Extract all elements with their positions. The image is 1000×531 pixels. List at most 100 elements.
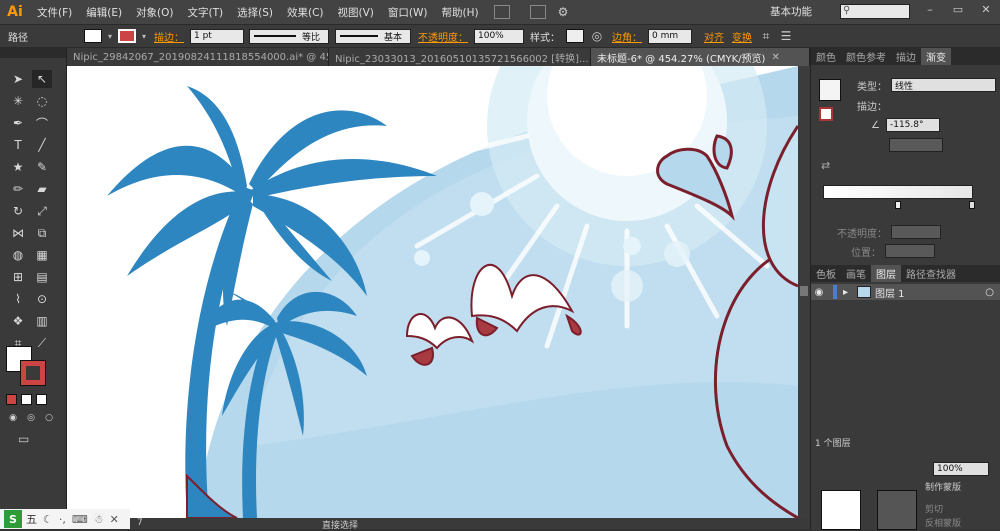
panel-menu-icon[interactable]: ☰: [776, 29, 796, 43]
graph-tool-icon[interactable]: ▥: [32, 312, 52, 330]
symbol-sprayer-icon[interactable]: ❖: [8, 312, 28, 330]
stroke-weight-field[interactable]: 1 pt: [190, 28, 244, 44]
bridge-icon[interactable]: [493, 5, 510, 19]
minimize-icon[interactable]: –: [920, 3, 940, 19]
stop-position-field[interactable]: [885, 244, 935, 258]
line-tool-icon[interactable]: ╱: [32, 136, 52, 154]
keyboard-icon[interactable]: ⌨: [72, 513, 88, 526]
gradient-stop[interactable]: [895, 201, 901, 209]
chevron-down-icon[interactable]: ▾: [104, 29, 116, 43]
layer-row[interactable]: ◉ ▸ 图层 1 ○: [811, 284, 1000, 300]
transparency-opacity-field[interactable]: 100%: [933, 462, 989, 476]
mesh-tool-icon[interactable]: ⊞: [8, 268, 28, 286]
lasso-icon[interactable]: ◌: [32, 92, 52, 110]
recolor-icon[interactable]: ◎: [586, 29, 608, 43]
invert-mask-checkbox[interactable]: 反相蒙版: [925, 516, 961, 529]
arrange-documents-icon[interactable]: [529, 5, 546, 19]
menu-view[interactable]: 视图(V): [331, 0, 381, 24]
pen-tool-icon[interactable]: ✒: [8, 114, 28, 132]
moon-icon[interactable]: ☾: [43, 513, 53, 526]
paintbrush-icon[interactable]: ✎: [32, 158, 52, 176]
none-mode-icon[interactable]: [36, 394, 47, 405]
search-input[interactable]: ⚲: [840, 4, 910, 19]
slice-tool-icon[interactable]: ⟋: [32, 334, 52, 352]
color-mode-icon[interactable]: [6, 394, 17, 405]
visibility-eye-icon[interactable]: ◉: [811, 287, 827, 298]
magic-wand-icon[interactable]: ✳: [8, 92, 28, 110]
angle-field[interactable]: -115.8°: [885, 118, 940, 132]
stroke-label[interactable]: 描边：: [154, 29, 184, 44]
gradient-stroke-preview[interactable]: [819, 107, 833, 121]
tab-color-guide[interactable]: 颜色参考: [841, 48, 891, 65]
tab-document-1[interactable]: Nipic_29842067_20190824111818554000.ai* …: [67, 48, 329, 66]
scroll-thumb[interactable]: [800, 286, 808, 296]
corner-label[interactable]: 边角：: [612, 29, 642, 44]
stop-opacity-field[interactable]: [891, 225, 941, 239]
close-icon[interactable]: ✕: [771, 52, 779, 63]
make-mask-button[interactable]: 制作蒙版: [925, 480, 961, 493]
artboard-canvas[interactable]: [67, 66, 798, 518]
skin-icon[interactable]: ☃: [94, 513, 104, 526]
graphic-style-swatch[interactable]: [566, 29, 584, 43]
gradient-type-select[interactable]: 线性: [891, 78, 996, 92]
restore-icon[interactable]: ▭: [948, 3, 968, 19]
wrench-icon[interactable]: ✕: [110, 513, 119, 526]
layer-name[interactable]: 图层 1: [875, 285, 905, 300]
gradient-preview[interactable]: [819, 79, 841, 101]
direct-selection-tool-icon[interactable]: ↖: [32, 70, 52, 88]
stroke-swatch[interactable]: [118, 29, 136, 43]
corner-field[interactable]: 0 mm: [648, 28, 692, 44]
tab-layers[interactable]: 图层: [871, 265, 901, 282]
gradient-stop[interactable]: [969, 201, 975, 209]
menu-select[interactable]: 选择(S): [230, 0, 280, 24]
menu-file[interactable]: 文件(F): [30, 0, 79, 24]
scale-tool-icon[interactable]: ⤢: [32, 202, 52, 220]
menu-object[interactable]: 对象(O): [129, 0, 180, 24]
gradient-slider[interactable]: [823, 185, 973, 199]
sync-icon[interactable]: ⚙: [558, 5, 569, 19]
shape-tool-icon[interactable]: ★: [8, 158, 28, 176]
gradient-tool-icon[interactable]: ▤: [32, 268, 52, 286]
tab-stroke[interactable]: 描边: [891, 48, 921, 65]
tab-swatches[interactable]: 色板: [811, 265, 841, 282]
close-icon[interactable]: ✕: [976, 3, 996, 19]
blend-tool-icon[interactable]: ⊙: [32, 290, 52, 308]
align-link[interactable]: 对齐: [704, 29, 724, 44]
opacity-field[interactable]: 100%: [474, 28, 524, 44]
pencil-icon[interactable]: ✏: [8, 180, 28, 198]
stroke-color-swatch[interactable]: [20, 360, 46, 386]
zoom-field[interactable]: 7: [137, 518, 143, 528]
chevron-down-icon[interactable]: ▾: [138, 29, 150, 43]
eraser-icon[interactable]: ▰: [32, 180, 52, 198]
free-transform-icon[interactable]: ⧉: [32, 224, 52, 242]
fill-swatch[interactable]: [84, 29, 102, 43]
tab-pathfinder[interactable]: 路径查找器: [901, 265, 961, 282]
tab-color[interactable]: 颜色: [811, 48, 841, 65]
tab-document-2[interactable]: Nipic_23033013_20160510135721566002 [转换]…: [329, 48, 591, 66]
menu-edit[interactable]: 编辑(E): [79, 0, 129, 24]
draw-behind-icon[interactable]: ◎: [24, 412, 38, 424]
width-tool-icon[interactable]: ⋈: [8, 224, 28, 242]
menu-window[interactable]: 窗口(W): [381, 0, 435, 24]
draw-inside-icon[interactable]: ○: [42, 412, 56, 424]
opacity-label[interactable]: 不透明度：: [418, 29, 468, 44]
reverse-gradient-icon[interactable]: ⇄: [821, 159, 830, 172]
menu-effect[interactable]: 效果(C): [280, 0, 331, 24]
curvature-tool-icon[interactable]: ⌒: [32, 114, 52, 132]
target-icon[interactable]: ○: [985, 287, 994, 298]
tab-gradient[interactable]: 渐变: [921, 48, 951, 65]
chevron-right-icon[interactable]: ▸: [843, 287, 853, 298]
menu-type[interactable]: 文字(T): [181, 0, 231, 24]
ime-mode[interactable]: 五: [26, 511, 37, 527]
clip-checkbox[interactable]: 剪切: [925, 502, 943, 515]
screen-mode-icon[interactable]: ▭: [18, 432, 29, 446]
shape-builder-icon[interactable]: ◍: [8, 246, 28, 264]
punctuation-icon[interactable]: ·,: [59, 513, 66, 526]
eyedropper-icon[interactable]: ⌇: [8, 290, 28, 308]
isolate-icon[interactable]: ⌗: [756, 29, 776, 44]
brush-definition[interactable]: 基本: [335, 28, 411, 44]
draw-normal-icon[interactable]: ◉: [6, 412, 20, 424]
vertical-scrollbar[interactable]: [798, 66, 810, 518]
menu-help[interactable]: 帮助(H): [435, 0, 486, 24]
transform-link[interactable]: 变换: [732, 29, 752, 44]
